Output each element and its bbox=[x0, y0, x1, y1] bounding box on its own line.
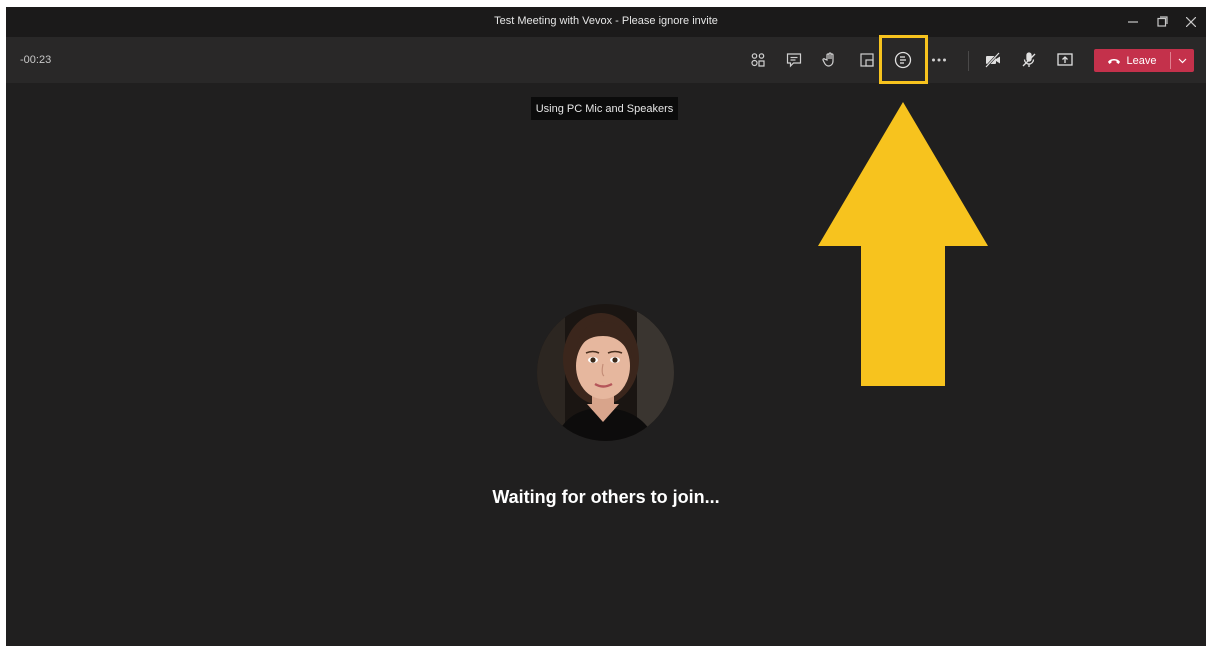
participants-icon bbox=[751, 53, 765, 67]
close-window-button[interactable] bbox=[1178, 11, 1204, 33]
meeting-toolbar: -00:23 Leave bbox=[6, 37, 1206, 83]
mic-off-icon bbox=[1022, 52, 1036, 67]
waiting-status-text: Waiting for others to join... bbox=[492, 487, 720, 507]
share-screen-button[interactable] bbox=[1053, 48, 1077, 72]
mic-toggle-button[interactable] bbox=[1017, 48, 1041, 72]
leave-button-group: Leave bbox=[1094, 49, 1194, 72]
breakout-rooms-icon bbox=[860, 53, 874, 67]
show-participants-button[interactable] bbox=[746, 48, 770, 72]
participant-photo bbox=[537, 304, 674, 441]
leave-button[interactable]: Leave bbox=[1094, 49, 1169, 72]
teams-meeting-window: Test Meeting with Vevox - Please ignore … bbox=[6, 7, 1206, 646]
camera-toggle-button[interactable] bbox=[981, 48, 1005, 72]
title-bar: Test Meeting with Vevox - Please ignore … bbox=[6, 7, 1206, 37]
highlight-box-annotation bbox=[879, 35, 928, 84]
minimize-button[interactable] bbox=[1120, 11, 1146, 33]
window-title: Test Meeting with Vevox - Please ignore … bbox=[494, 15, 718, 27]
restore-icon bbox=[1156, 16, 1168, 27]
more-options-icon bbox=[932, 58, 946, 62]
toolbar-divider bbox=[968, 51, 969, 71]
minimize-icon bbox=[1128, 21, 1138, 23]
leave-label: Leave bbox=[1126, 54, 1157, 67]
chevron-down-icon bbox=[1178, 58, 1187, 63]
hang-up-icon bbox=[1107, 58, 1120, 64]
show-conversation-button[interactable] bbox=[782, 48, 806, 72]
close-icon bbox=[1185, 16, 1197, 28]
audio-device-tooltip: Using PC Mic and Speakers bbox=[531, 97, 678, 120]
camera-off-icon bbox=[985, 52, 1000, 68]
restore-button[interactable] bbox=[1149, 11, 1175, 33]
meeting-timer: -00:23 bbox=[20, 54, 52, 66]
arrow-up-annotation bbox=[818, 102, 988, 386]
raise-hand-icon bbox=[822, 52, 834, 67]
avatar bbox=[537, 304, 674, 441]
raise-hand-button[interactable] bbox=[818, 48, 842, 72]
more-actions-button[interactable] bbox=[927, 48, 951, 72]
chat-icon bbox=[786, 53, 802, 68]
leave-options-button[interactable] bbox=[1171, 49, 1194, 72]
share-screen-icon bbox=[1057, 53, 1073, 66]
breakout-rooms-button[interactable] bbox=[855, 48, 879, 72]
